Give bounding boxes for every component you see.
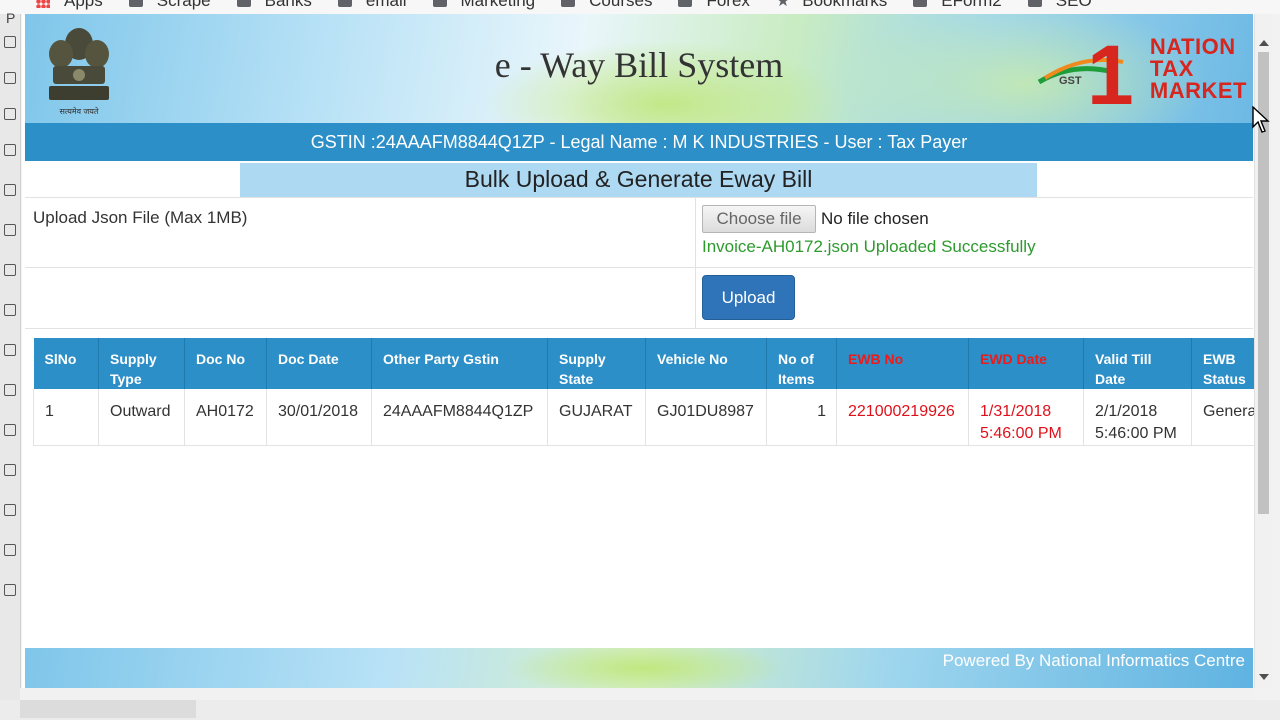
list-icon (4, 108, 16, 120)
left-window-strip: P (0, 10, 21, 720)
folder-icon (236, 0, 251, 7)
cell-vehicle-no: GJ01DU8987 (645, 389, 767, 446)
divider (25, 328, 1253, 329)
column-header-ewd-date: EWD Date (968, 338, 1084, 389)
bookmark-email[interactable]: email (337, 0, 407, 11)
cell-ewb-no: 221000219926 (836, 389, 969, 446)
folder-icon (432, 0, 447, 7)
column-header-ewb-no: EWB No (836, 338, 969, 389)
list-icon (4, 424, 16, 436)
column-header-supply-state: Supply State (547, 338, 646, 389)
upload-success-message: Invoice-AH0172.json Uploaded Successfull… (702, 237, 1036, 256)
site-header: सत्यमेव जयते e - Way Bill System 1 GST N… (25, 14, 1253, 124)
divider (25, 197, 1253, 198)
nation-tax-market-text: NATION TAX MARKET (1150, 36, 1247, 102)
list-icon (4, 384, 16, 396)
page-viewport: सत्यमेव जयते e - Way Bill System 1 GST N… (22, 14, 1254, 688)
list-icon (4, 344, 16, 356)
column-header-valid-till-date: Valid Till Date (1083, 338, 1192, 389)
list-icon (4, 544, 16, 556)
scroll-down-arrow-icon[interactable] (1259, 674, 1269, 680)
column-header-doc-no: Doc No (184, 338, 267, 389)
apps-icon (36, 0, 50, 8)
cell-no-of-items: 1 (766, 389, 837, 446)
cell-ewb-status: Genera (1191, 389, 1254, 446)
cell-doc-date: 30/01/2018 (266, 389, 372, 446)
grid-icon (4, 264, 16, 276)
gstin-bar: GSTIN :24AAAFM8844Q1ZP - Legal Name : M … (25, 123, 1253, 161)
folder-icon (128, 0, 143, 7)
bookmark-marketing[interactable]: Marketing (432, 0, 535, 11)
logo-line-nation: NATION (1149, 34, 1236, 59)
list-icon (4, 464, 16, 476)
column-header-vehicle-no: Vehicle No (645, 338, 767, 389)
bookmark-banks[interactable]: Banks (236, 0, 312, 11)
logo-line-market: MARKET (1149, 78, 1247, 103)
ewd-date-day: 1/31/2018 (980, 403, 1052, 420)
scroll-up-arrow-icon[interactable] (1259, 40, 1269, 46)
folder-icon (1027, 0, 1042, 7)
ewd-date-time: 5:46:00 PM (980, 425, 1062, 442)
column-header-other-party-gstin: Other Party Gstin (371, 338, 548, 389)
list-icon (4, 504, 16, 516)
cell-other-party-gstin: 24AAAFM8844Q1ZP (371, 389, 548, 446)
column-header-supply-type: Supply Type (98, 338, 185, 389)
bookmark-eform2[interactable]: EForm2 (913, 0, 1002, 11)
valid-till-time: 5:46:00 PM (1095, 425, 1177, 442)
emblem-motto: सत्यमेव जयते (60, 106, 99, 116)
divider (695, 198, 696, 328)
cell-supply-state: GUJARAT (547, 389, 646, 446)
upload-json-label: Upload Json File (Max 1MB) (33, 208, 248, 227)
bookmark-bookmarks[interactable]: ★ Bookmarks (776, 0, 887, 11)
bookmark-courses[interactable]: Courses (561, 0, 652, 11)
bookmark-seo[interactable]: SEO (1027, 0, 1092, 11)
list-icon (4, 584, 16, 596)
cell-slno: 1 (33, 389, 99, 446)
folder-icon (337, 0, 352, 7)
logo-number: 1 (1087, 32, 1134, 110)
bottom-bar-segment (20, 700, 196, 718)
grid-icon (4, 72, 16, 84)
column-header-doc-date: Doc Date (266, 338, 372, 389)
logo-gst: GST (1059, 75, 1082, 87)
folder-icon (678, 0, 693, 7)
cell-ewd-date: 1/31/2018 5:46:00 PM (968, 389, 1084, 446)
folder-icon (561, 0, 576, 7)
mouse-cursor-icon (1252, 106, 1270, 133)
site-footer: Powered By National Informatics Centre (25, 648, 1253, 688)
table-row: 1 Outward AH0172 30/01/2018 24AAAFM8844Q… (33, 389, 1254, 446)
lock-icon (4, 36, 16, 48)
column-header-slno: SlNo (33, 338, 99, 389)
list-icon (4, 184, 16, 196)
no-file-chosen-text: No file chosen (821, 209, 929, 228)
upload-button[interactable]: Upload (702, 275, 795, 320)
column-header-ewb-status: EWB Status (1191, 338, 1254, 389)
column-header-no-of-items: No of Items (766, 338, 837, 389)
music-icon (4, 224, 16, 236)
footer-credit: Powered By National Informatics Centre (942, 651, 1245, 670)
cell-valid-till-date: 2/1/2018 5:46:00 PM (1083, 389, 1192, 446)
section-title: Bulk Upload & Generate Eway Bill (240, 163, 1037, 197)
chevron-down-icon (4, 304, 16, 316)
choose-file-button[interactable]: Choose file (702, 205, 816, 233)
logo-line-tax: TAX (1149, 56, 1194, 81)
window-icon (4, 144, 16, 156)
cell-doc-no: AH0172 (184, 389, 267, 446)
bookmark-apps[interactable]: Apps (36, 0, 103, 11)
bookmarks-bar: Apps Scrape Banks email Marketing Course… (0, 0, 1280, 14)
table-header-row: SlNo Supply Type Doc No Doc Date Other P… (33, 338, 1254, 389)
bottom-bar (0, 700, 1280, 720)
bookmark-scrape[interactable]: Scrape (128, 0, 211, 11)
horizontal-scrollbar[interactable] (20, 688, 1254, 700)
bookmark-forex[interactable]: Forex (678, 0, 750, 11)
divider (25, 267, 1253, 268)
cell-supply-type: Outward (98, 389, 185, 446)
left-strip-char: P (6, 10, 16, 26)
valid-till-day: 2/1/2018 (1095, 403, 1158, 420)
folder-icon (913, 0, 928, 7)
star-icon: ★ (775, 0, 791, 10)
eway-bill-results-table: SlNo Supply Type Doc No Doc Date Other P… (33, 338, 1254, 446)
